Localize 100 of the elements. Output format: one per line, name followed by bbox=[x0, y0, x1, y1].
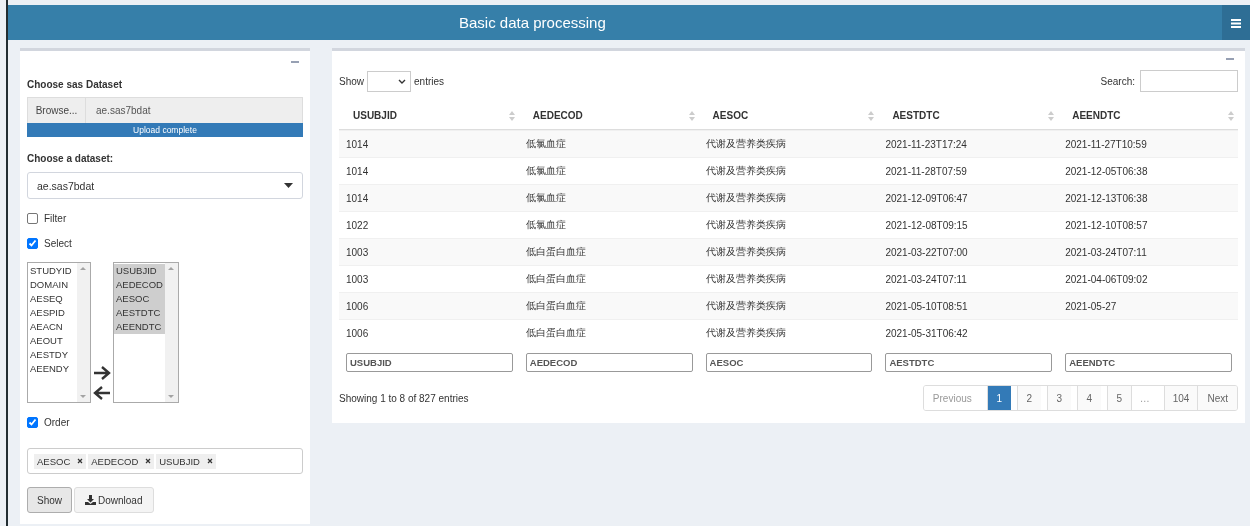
page-button[interactable]: 104 bbox=[1163, 386, 1198, 410]
field-label: Choose a dataset: bbox=[27, 153, 115, 166]
table-cell: 2021-11-23T17:24 bbox=[885, 138, 967, 150]
checked-checkbox[interactable] bbox=[27, 416, 38, 428]
table-cell: 1014 bbox=[346, 192, 369, 204]
table-cell: 2021-05-10T08:51 bbox=[885, 300, 968, 312]
page-button[interactable]: 3 bbox=[1046, 386, 1071, 410]
pagination-button[interactable]: Next bbox=[1197, 386, 1237, 410]
length-label: Show bbox=[339, 75, 364, 87]
table-cell: 2021-04-06T09:02 bbox=[1065, 273, 1148, 285]
page-button[interactable]: 5 bbox=[1106, 386, 1131, 410]
table-cell: 2021-03-24T07:11 bbox=[1065, 246, 1147, 258]
table-cell: 2021-12-05T06:38 bbox=[1065, 165, 1148, 177]
sort-icon bbox=[1048, 110, 1055, 121]
table-cell: 低白蛋白血症 bbox=[525, 326, 586, 340]
checkbox-label: Filter bbox=[44, 212, 67, 224]
table-cell: 2021-12-13T06:38 bbox=[1065, 192, 1148, 204]
column-filter-field[interactable]: AEENDTC bbox=[1065, 353, 1232, 372]
remove-icon[interactable] bbox=[206, 458, 213, 464]
list-option[interactable]: AEENDTC bbox=[114, 320, 165, 334]
page-button[interactable]: 4 bbox=[1076, 386, 1101, 410]
page-button[interactable]: 2 bbox=[1016, 386, 1041, 410]
tag-label: USUBJID bbox=[159, 455, 200, 467]
table-cell: 低白蛋白血症 bbox=[525, 272, 586, 286]
checkbox[interactable] bbox=[27, 212, 38, 224]
list-option[interactable]: AESOC bbox=[114, 292, 165, 306]
table-cell: 代谢及营养类疾病 bbox=[705, 164, 786, 178]
list-option[interactable]: USUBJID bbox=[114, 264, 165, 278]
table-cell: 代谢及营养类疾病 bbox=[705, 191, 786, 205]
menu-icon bbox=[1231, 17, 1241, 28]
table-cell: 低氯血症 bbox=[525, 164, 566, 178]
dataset-dropdown[interactable]: ae.sas7bdat bbox=[27, 172, 303, 199]
table-cell: 1006 bbox=[346, 300, 369, 312]
table-cell: 1014 bbox=[346, 165, 369, 177]
table-cell: 2021-11-28T07:59 bbox=[885, 165, 967, 177]
table-cell: 1003 bbox=[346, 246, 369, 258]
list-option[interactable]: AEOUT bbox=[28, 334, 77, 348]
column-filter-field[interactable]: USUBJID bbox=[346, 353, 513, 372]
table-cell: 2021-03-24T07:11 bbox=[885, 273, 967, 285]
left-arrow-icon[interactable] bbox=[93, 385, 111, 401]
list-option[interactable]: AESEQ bbox=[28, 292, 77, 306]
scrollbar[interactable] bbox=[165, 263, 178, 402]
list-option[interactable]: AEENDY bbox=[28, 362, 77, 376]
table-cell: 2021-11-27T10:59 bbox=[1065, 138, 1147, 150]
scrollbar[interactable] bbox=[77, 263, 90, 402]
search-field[interactable] bbox=[1140, 70, 1238, 92]
menu-button[interactable] bbox=[1222, 5, 1250, 40]
table-cell: 低白蛋白血症 bbox=[525, 299, 586, 313]
table-cell: 1014 bbox=[346, 138, 369, 150]
table-cell: 1003 bbox=[346, 273, 369, 285]
remove-icon[interactable] bbox=[77, 458, 84, 464]
table-cell: 低氯血症 bbox=[525, 191, 566, 205]
download-icon bbox=[85, 495, 96, 505]
upload-progress-bar: Upload complete bbox=[27, 123, 303, 137]
table-cell: 2021-12-09T06:47 bbox=[885, 192, 968, 204]
sort-icon bbox=[868, 110, 875, 121]
caret-icon bbox=[284, 183, 293, 188]
right-arrow-icon[interactable] bbox=[93, 365, 111, 381]
search-label: Search: bbox=[1100, 75, 1135, 87]
list-option[interactable]: AEDECOD bbox=[114, 278, 165, 292]
table-cell: 1022 bbox=[346, 219, 369, 231]
order-tags-field[interactable]: AESOC AEDECOD USUBJID bbox=[27, 448, 303, 474]
sort-icon bbox=[508, 110, 515, 121]
column-filter-field[interactable]: AESOC bbox=[705, 353, 873, 372]
tag-label: AESOC bbox=[37, 455, 71, 467]
checked-checkbox[interactable] bbox=[27, 237, 38, 249]
column-filter-field[interactable]: AESTDTC bbox=[885, 353, 1053, 372]
table-cell: 2021-12-10T08:57 bbox=[1065, 219, 1148, 231]
table-cell: 低氯血症 bbox=[525, 137, 566, 151]
checkbox-label: Order bbox=[44, 416, 70, 428]
list-option[interactable]: AESTDY bbox=[28, 348, 77, 362]
table-cell: 2021-05-31T06:42 bbox=[885, 327, 968, 339]
field-label: Choose sas Dataset bbox=[27, 79, 124, 92]
table-cell: 代谢及营养类疾病 bbox=[705, 299, 786, 313]
page-button[interactable]: 1 bbox=[986, 386, 1011, 410]
app-title: Basic data processing bbox=[459, 14, 606, 31]
list-option[interactable]: AESTDTC bbox=[114, 306, 165, 320]
remove-icon[interactable] bbox=[145, 458, 152, 464]
table-cell: 代谢及营养类疾病 bbox=[705, 137, 786, 151]
list-option[interactable]: STUDYID bbox=[28, 264, 77, 278]
show-button[interactable]: Show bbox=[27, 487, 72, 513]
table-cell: 1006 bbox=[346, 327, 369, 339]
download-button[interactable]: Download bbox=[74, 487, 154, 513]
list-option[interactable]: AESPID bbox=[28, 306, 77, 320]
length-label: entries bbox=[414, 75, 445, 87]
table-cell: 2021-03-22T07:00 bbox=[885, 246, 968, 258]
table-info: Showing 1 to 8 of 827 entries bbox=[339, 392, 469, 404]
checkbox-label: Select bbox=[44, 237, 72, 249]
column-filter-field[interactable]: AEDECOD bbox=[525, 353, 693, 372]
table-cell: 代谢及营养类疾病 bbox=[705, 272, 786, 286]
list-option[interactable]: DOMAIN bbox=[28, 278, 77, 292]
chevron-down-icon bbox=[398, 78, 406, 84]
table-cell: 2021-05-27 bbox=[1065, 300, 1117, 312]
table-cell: 代谢及营养类疾病 bbox=[705, 218, 786, 232]
tag-label: AEDECOD bbox=[91, 455, 139, 467]
table-cell: 2021-12-08T09:15 bbox=[885, 219, 968, 231]
list-option[interactable]: AEACN bbox=[28, 320, 77, 334]
table-cell: 低氯血症 bbox=[525, 218, 566, 232]
table-cell: 低白蛋白血症 bbox=[525, 245, 586, 259]
sort-icon bbox=[1228, 110, 1234, 121]
